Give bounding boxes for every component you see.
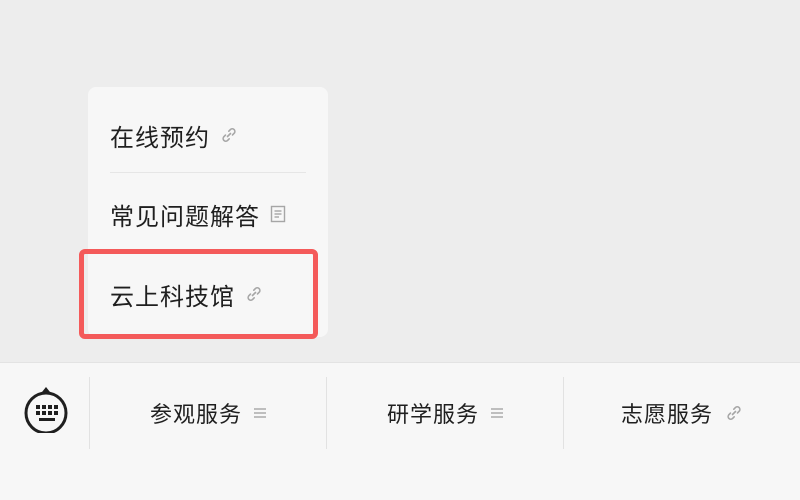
tab-label: 参观服务: [149, 403, 242, 428]
tab-label: 研学服务: [386, 403, 479, 428]
link-icon: [220, 126, 238, 144]
menu-item-online-booking[interactable]: 在线预约: [88, 95, 328, 175]
menu-item-cloud-science-museum[interactable]: 云上科技馆: [88, 254, 328, 334]
link-icon: [245, 285, 263, 303]
menu-item-label: 云上科技馆: [110, 282, 235, 311]
menu-icon: [254, 407, 266, 419]
bottom-menu-bar: 参观服务 研学服务 志愿服务: [0, 362, 800, 500]
menu-icon: [491, 407, 503, 419]
service-popup-menu: 在线预约 常见问题解答 云上科技馆: [88, 87, 328, 337]
tab-study-services[interactable]: 研学服务: [327, 377, 563, 449]
tab-label: 志愿服务: [620, 403, 713, 428]
link-icon: [725, 404, 743, 422]
document-icon: [270, 205, 286, 223]
tab-volunteer-services[interactable]: 志愿服务: [564, 377, 800, 449]
tab-visit-services[interactable]: 参观服务: [90, 377, 326, 449]
menu-item-label: 常见问题解答: [110, 202, 260, 231]
menu-item-label: 在线预约: [110, 123, 210, 152]
keyboard-icon: [24, 387, 68, 435]
menu-item-faq[interactable]: 常见问题解答: [88, 174, 328, 254]
menu-divider: [110, 172, 306, 173]
keyboard-toggle-button[interactable]: [22, 385, 70, 435]
menu-divider: [110, 252, 306, 253]
